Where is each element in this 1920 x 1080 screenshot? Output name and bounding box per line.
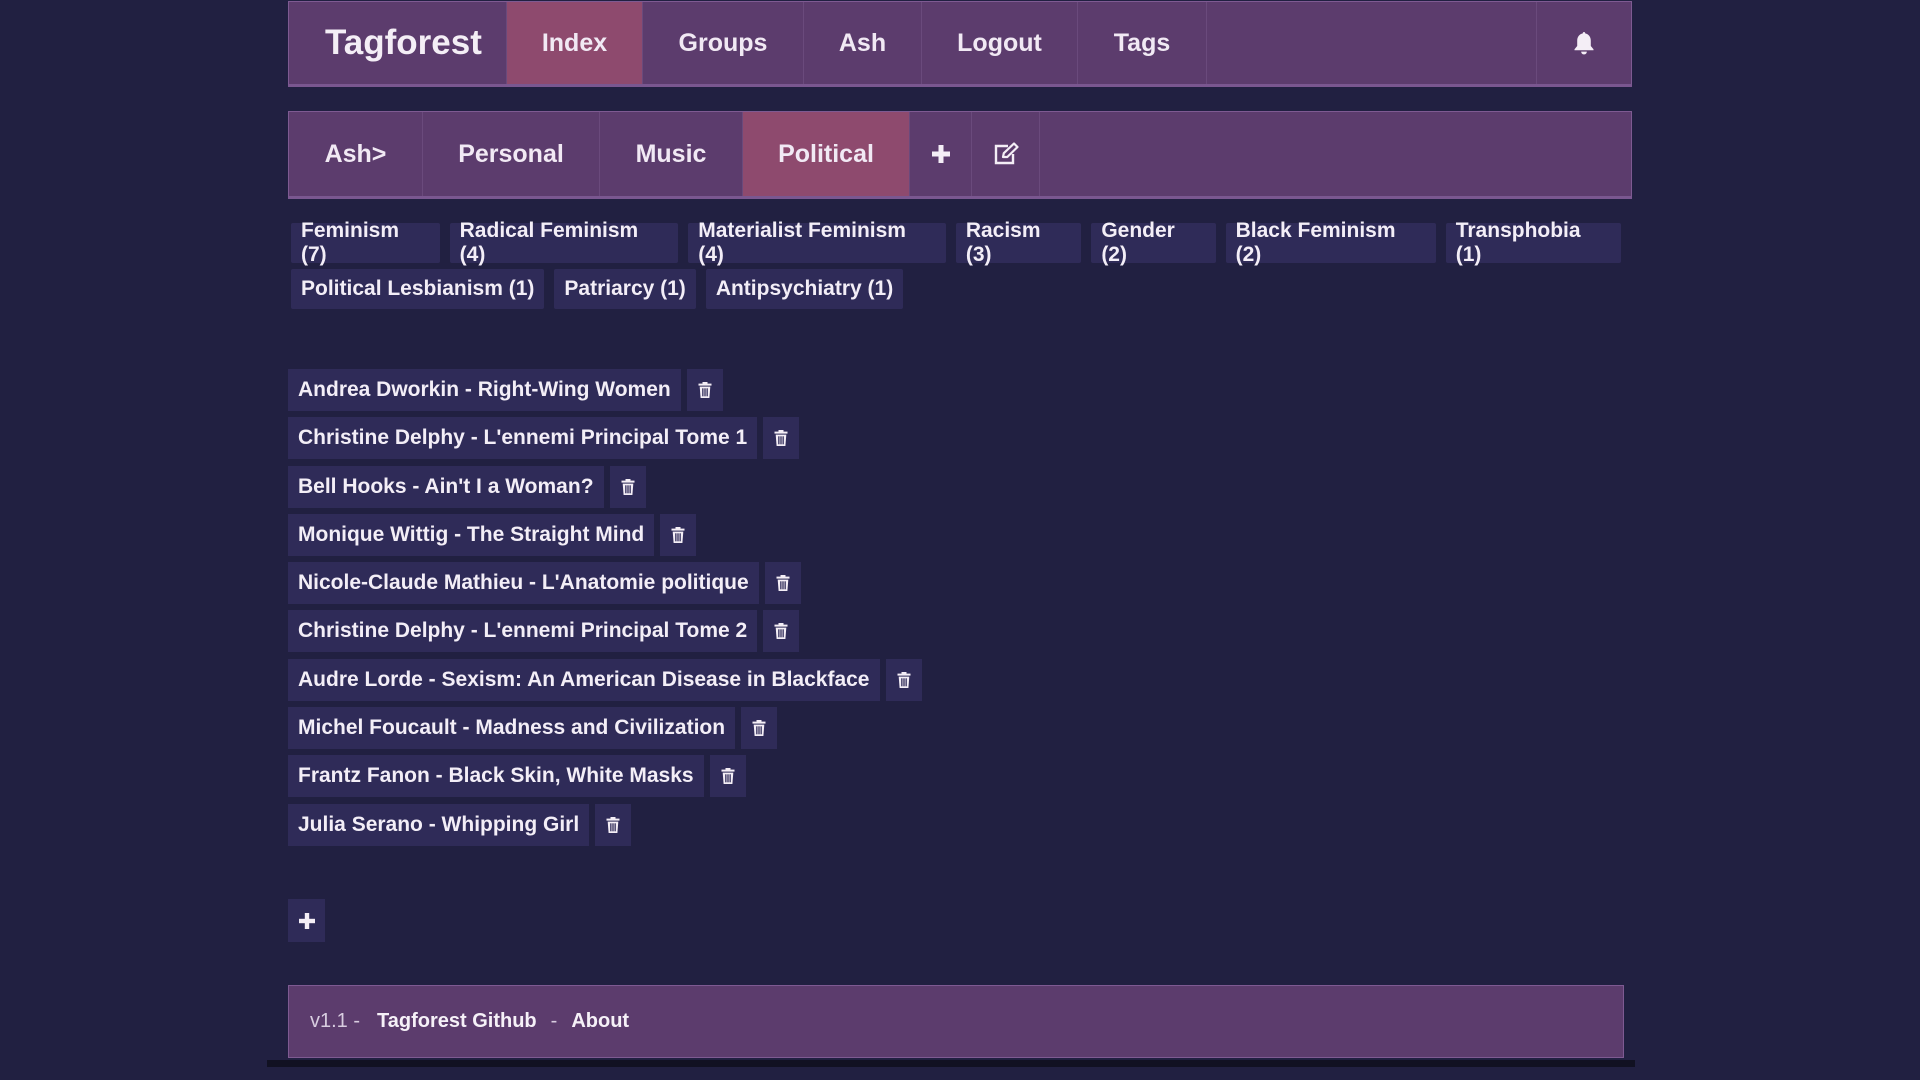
bell-icon <box>1574 32 1594 55</box>
item-title-link[interactable]: Nicole-Claude Mathieu - L'Anatomie polit… <box>288 562 759 605</box>
tab-political[interactable]: Political <box>743 112 910 196</box>
tag-pill[interactable]: Antipsychiatry (1) <box>705 269 904 309</box>
bottom-bar <box>267 1060 1635 1067</box>
delete-item-button[interactable] <box>686 369 723 411</box>
delete-item-button[interactable] <box>595 803 632 846</box>
delete-item-button[interactable] <box>763 610 800 653</box>
trash-icon <box>774 430 788 447</box>
tag-pill[interactable]: Radical Feminism (4) <box>449 219 679 266</box>
list-item: Frantz Fanon - Black Skin, White Masks <box>288 755 922 798</box>
item-list: Andrea Dworkin - Right-Wing Women Christi… <box>288 369 922 852</box>
trash-icon <box>752 720 766 737</box>
nav-item-groups[interactable]: Groups <box>643 2 804 84</box>
item-title-link[interactable]: Andrea Dworkin - Right-Wing Women <box>288 369 681 411</box>
list-item: Christine Delphy - L'ennemi Principal To… <box>288 610 922 653</box>
tag-row: Feminism (7) Radical Feminism (4) Materi… <box>291 219 1631 266</box>
tab-music[interactable]: Music <box>600 112 743 196</box>
add-item-button[interactable] <box>288 899 325 942</box>
list-item: Christine Delphy - L'ennemi Principal To… <box>288 417 922 460</box>
footer: v1.1 - Tagforest Github - About <box>288 985 1624 1058</box>
tag-pill[interactable]: Materialist Feminism (4) <box>688 219 946 266</box>
top-nav: Tagforest Index Groups Ash Logout Tags <box>288 1 1632 87</box>
plus-icon <box>931 145 950 163</box>
item-title-link[interactable]: Frantz Fanon - Black Skin, White Masks <box>288 755 704 798</box>
delete-item-button[interactable] <box>763 417 800 460</box>
tab-personal[interactable]: Personal <box>423 112 600 196</box>
tag-pill[interactable]: Political Lesbianism (1) <box>291 269 545 309</box>
tag-pill[interactable]: Patriarcy (1) <box>554 269 696 309</box>
item-title-link[interactable]: Christine Delphy - L'ennemi Principal To… <box>288 417 758 460</box>
item-title-link[interactable]: Christine Delphy - L'ennemi Principal To… <box>288 610 758 653</box>
nav-item-logout[interactable]: Logout <box>922 2 1078 84</box>
trash-icon <box>774 623 788 640</box>
list-item: Andrea Dworkin - Right-Wing Women <box>288 369 922 411</box>
tag-pill[interactable]: Feminism (7) <box>291 219 440 266</box>
brand-logo[interactable]: Tagforest <box>289 2 507 84</box>
trash-icon <box>897 671 910 688</box>
tab-ash[interactable]: Ash> <box>289 112 423 196</box>
trash-icon <box>671 526 685 543</box>
item-title-link[interactable]: Monique Wittig - The Straight Mind <box>288 513 655 556</box>
group-tabs: Ash> Personal Music Political <box>288 111 1632 199</box>
delete-item-button[interactable] <box>609 465 646 508</box>
tag-pill[interactable]: Gender (2) <box>1091 219 1216 266</box>
delete-item-button[interactable] <box>885 658 922 701</box>
trash-icon <box>698 382 712 398</box>
list-item: Nicole-Claude Mathieu - L'Anatomie polit… <box>288 562 922 605</box>
nav-item-tags[interactable]: Tags <box>1078 2 1207 84</box>
trash-icon <box>721 768 735 785</box>
plus-icon <box>298 912 315 929</box>
tag-pill[interactable]: Racism (3) <box>955 219 1082 266</box>
footer-separator: - <box>550 1010 558 1032</box>
delete-item-button[interactable] <box>660 513 697 556</box>
delete-item-button[interactable] <box>741 707 778 750</box>
list-item: Audre Lorde - Sexism: An American Diseas… <box>288 658 922 701</box>
nav-spacer <box>1207 2 1537 84</box>
list-item: Monique Wittig - The Straight Mind <box>288 513 922 556</box>
trash-icon <box>621 478 635 495</box>
edit-group-button[interactable] <box>972 112 1040 196</box>
nav-item-ash[interactable]: Ash <box>804 2 922 84</box>
list-item: Michel Foucault - Madness and Civilizati… <box>288 707 922 750</box>
about-link[interactable]: About <box>571 1010 629 1033</box>
list-item: Bell Hooks - Ain't I a Woman? <box>288 465 922 508</box>
item-title-link[interactable]: Michel Foucault - Madness and Civilizati… <box>288 707 736 750</box>
nav-item-index[interactable]: Index <box>507 2 643 84</box>
tag-row: Political Lesbianism (1) Patriarcy (1) A… <box>291 269 1631 309</box>
tag-pill[interactable]: Transphobia (1) <box>1445 219 1621 266</box>
tag-list: Feminism (7) Radical Feminism (4) Materi… <box>291 219 1631 315</box>
delete-item-button[interactable] <box>709 755 746 798</box>
item-title-link[interactable]: Julia Serano - Whipping Girl <box>288 803 590 846</box>
list-item: Julia Serano - Whipping Girl <box>288 803 922 846</box>
tag-pill[interactable]: Black Feminism (2) <box>1225 219 1436 266</box>
github-link[interactable]: Tagforest Github <box>377 1010 537 1033</box>
version-label: v1.1 - <box>310 1010 361 1032</box>
notifications-button[interactable] <box>1537 2 1631 84</box>
delete-item-button[interactable] <box>764 562 801 605</box>
trash-icon <box>606 816 620 833</box>
edit-icon <box>994 142 1019 165</box>
item-title-link[interactable]: Audre Lorde - Sexism: An American Diseas… <box>288 658 880 701</box>
add-group-button[interactable] <box>910 112 972 196</box>
item-title-link[interactable]: Bell Hooks - Ain't I a Woman? <box>288 465 604 508</box>
trash-icon <box>776 575 790 592</box>
